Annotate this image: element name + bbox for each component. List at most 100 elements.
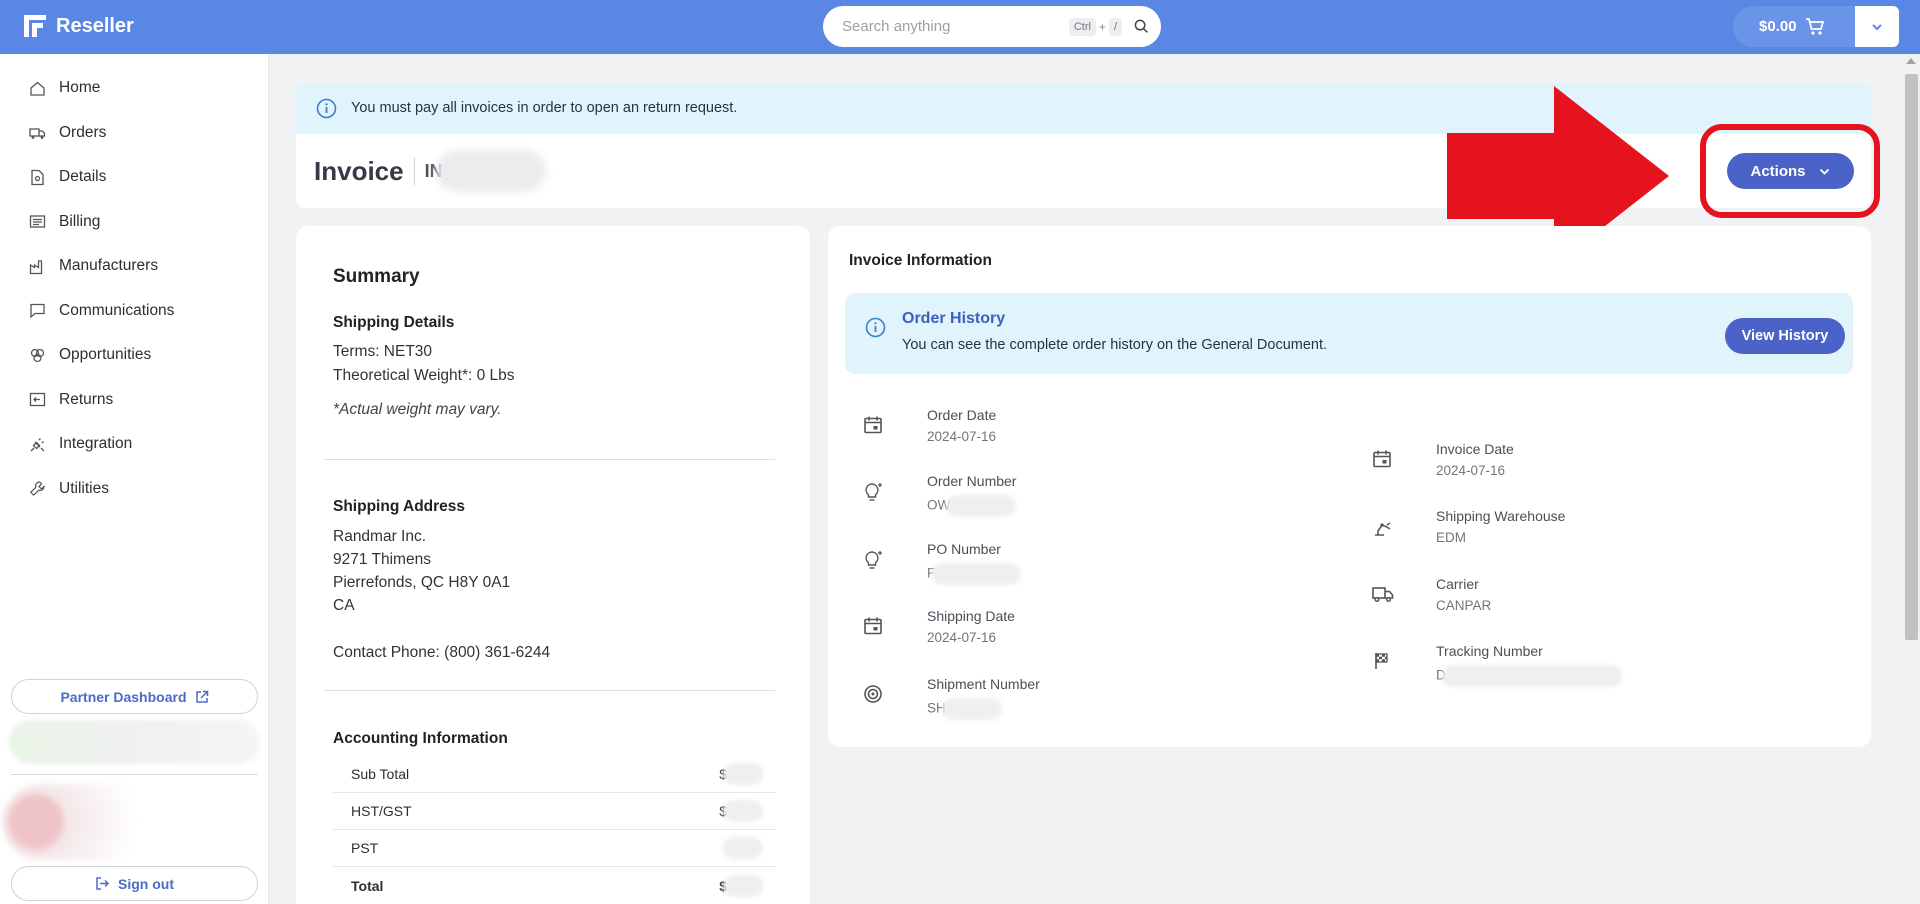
- cart-icon: [1805, 17, 1825, 37]
- sidebar-item-integration[interactable]: Integration: [0, 422, 268, 467]
- acc-label: HST/GST: [351, 803, 412, 819]
- bulb-icon: [863, 481, 885, 503]
- sidebar-item-home[interactable]: Home: [0, 66, 268, 111]
- brand[interactable]: Reseller: [22, 13, 134, 39]
- calendar-icon: [863, 616, 883, 636]
- payment-alert-text: You must pay all invoices in order to op…: [351, 100, 738, 116]
- acc-label: Sub Total: [351, 766, 410, 782]
- address-line-4: CA: [333, 597, 355, 614]
- sidebar: Home Orders Details Billing Manufacturer…: [0, 54, 269, 904]
- order-history-text: You can see the complete order history o…: [902, 337, 1328, 353]
- field-label: PO Number: [927, 541, 1001, 557]
- accounting-table: Sub Total $ HST/GST $ PST Total $: [333, 756, 775, 904]
- sidebar-item-label: Opportunities: [59, 346, 152, 364]
- search-icon[interactable]: [1134, 19, 1149, 34]
- search-bar[interactable]: Ctrl + /: [823, 6, 1161, 47]
- acc-value-wrap: $: [719, 763, 763, 785]
- shortcut-plus: +: [1098, 19, 1106, 34]
- order-history-alert: Order History You can see the complete o…: [845, 293, 1853, 374]
- sidebar-item-label: Utilities: [59, 479, 109, 497]
- sidebar-item-utilities[interactable]: Utilities: [0, 467, 268, 512]
- info-icon: [865, 317, 886, 338]
- section-divider: [324, 459, 775, 460]
- sidebar-item-manufacturers[interactable]: Manufacturers: [0, 244, 268, 289]
- shipping-terms: Terms: NET30: [333, 343, 433, 360]
- acc-label: Total: [351, 877, 384, 894]
- sidebar-item-details[interactable]: Details: [0, 155, 268, 200]
- opportunities-icon: [29, 347, 46, 364]
- target-icon: [863, 684, 883, 704]
- address-line-1: Randmar Inc.: [333, 528, 427, 545]
- redacted-value: [941, 698, 1002, 720]
- acc-label: PST: [351, 840, 379, 856]
- sidebar-item-opportunities[interactable]: Opportunities: [0, 333, 268, 378]
- accounting-heading: Accounting Information: [333, 730, 508, 747]
- sidebar-item-label: Manufacturers: [59, 257, 159, 275]
- chevron-down-icon: [1870, 20, 1884, 34]
- sidebar-item-communications[interactable]: Communications: [0, 289, 268, 334]
- invoice-information-title: Invoice Information: [849, 252, 992, 269]
- field-label: Shipping Date: [927, 608, 1015, 624]
- field-value: EDM: [1436, 530, 1466, 545]
- summary-card: Summary Shipping Details Terms: NET30 Th…: [296, 226, 810, 904]
- account-menu-toggle[interactable]: [1855, 6, 1899, 47]
- contact-phone: Contact Phone: (800) 361-6244: [333, 644, 551, 661]
- sidebar-nav: Home Orders Details Billing Manufacturer…: [0, 54, 268, 511]
- redacted-value: [723, 800, 763, 822]
- field-label: Order Number: [927, 473, 1017, 489]
- calendar-icon: [1372, 449, 1392, 469]
- redacted-account-pill: [9, 720, 260, 764]
- field-value: D: [1436, 665, 1622, 687]
- scroll-up-icon[interactable]: [1906, 58, 1916, 64]
- section-divider: [324, 690, 775, 691]
- cart-button[interactable]: $0.00: [1733, 6, 1856, 47]
- info-icon: [316, 98, 337, 119]
- avatar[interactable]: [2, 784, 182, 860]
- sidebar-item-label: Details: [59, 168, 107, 186]
- brand-name: Reseller: [56, 14, 134, 37]
- search-input[interactable]: [842, 18, 1067, 35]
- sidebar-item-label: Communications: [59, 301, 175, 319]
- view-history-button[interactable]: View History: [1725, 318, 1845, 354]
- partner-dashboard-button[interactable]: Partner Dashboard: [11, 679, 258, 714]
- redacted-value: [723, 763, 763, 785]
- factory-icon: [29, 258, 46, 275]
- sidebar-item-label: Returns: [59, 390, 114, 408]
- field-label: Tracking Number: [1436, 643, 1543, 659]
- highlight-ring: [1700, 124, 1880, 218]
- field-value: SH: [927, 698, 1002, 720]
- sidebar-item-label: Integration: [59, 435, 133, 453]
- sidebar-item-label: Billing: [59, 212, 101, 230]
- redacted-value: [723, 874, 763, 897]
- redacted-invoice-number: [436, 150, 546, 192]
- sidebar-item-returns[interactable]: Returns: [0, 378, 268, 423]
- title-separator: [413, 157, 415, 185]
- acc-value-wrap: $: [719, 874, 763, 897]
- calendar-icon: [863, 415, 883, 435]
- home-icon: [29, 80, 46, 97]
- sidebar-item-billing[interactable]: Billing: [0, 200, 268, 245]
- external-link-icon: [195, 690, 209, 704]
- invoice-information-card: Invoice Information Order History You ca…: [828, 226, 1871, 747]
- cart-total: $0.00: [1759, 18, 1797, 35]
- redacted-value: [1441, 665, 1622, 687]
- shipping-details-heading: Shipping Details: [333, 314, 455, 331]
- billing-icon: [29, 213, 46, 230]
- sidebar-divider: [11, 774, 258, 775]
- sign-out-label: Sign out: [118, 875, 174, 892]
- table-row: HST/GST $: [333, 793, 775, 830]
- acc-value-wrap: $: [719, 800, 763, 822]
- scrollbar-thumb[interactable]: [1905, 74, 1918, 640]
- redacted-value: [931, 563, 1022, 585]
- table-row: PST: [333, 830, 775, 867]
- field-label: Order Date: [927, 407, 997, 423]
- truck-icon: [1372, 584, 1394, 604]
- returns-icon: [29, 391, 46, 408]
- field-value: F: [927, 563, 1022, 585]
- truck-icon: [29, 124, 46, 141]
- redacted-value: [723, 837, 763, 859]
- sign-out-button[interactable]: Sign out: [11, 866, 258, 901]
- sidebar-item-orders[interactable]: Orders: [0, 111, 268, 156]
- chat-icon: [29, 302, 46, 319]
- wrench-icon: [29, 480, 46, 497]
